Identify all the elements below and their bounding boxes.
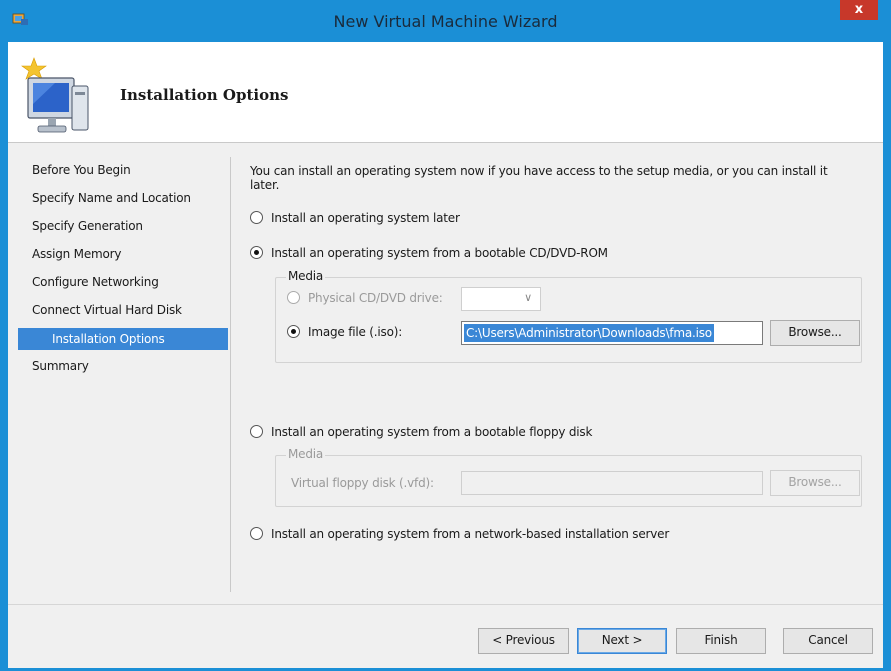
radio-image-file[interactable] [287, 325, 300, 338]
cancel-button[interactable]: Cancel [783, 628, 873, 654]
option-install-floppy-label: Install an operating system from a boota… [271, 425, 593, 439]
option-install-cd-label: Install an operating system from a boota… [271, 246, 608, 260]
wizard-header: Installation Options [8, 42, 883, 142]
radio-install-later[interactable] [250, 211, 263, 224]
option-image-file[interactable]: Image file (.iso): [287, 324, 402, 340]
header-divider [8, 142, 883, 143]
nav-item-installation-options[interactable]: Installation Options [18, 328, 228, 350]
nav-item-specify-name-location[interactable]: Specify Name and Location [18, 188, 228, 216]
close-button[interactable]: x [840, 0, 878, 20]
image-file-label: Image file (.iso): [308, 325, 403, 339]
nav-item-connect-virtual-hard-disk[interactable]: Connect Virtual Hard Disk [18, 300, 228, 328]
title-bar: New Virtual Machine Wizard x [0, 0, 891, 42]
image-file-value: C:\Users\Administrator\Downloads\fma.iso [464, 324, 714, 342]
vfd-label: Virtual floppy disk (.vfd): [291, 476, 434, 490]
options-panel: You can install an operating system now … [250, 164, 870, 541]
radio-install-network[interactable] [250, 527, 263, 540]
physical-drive-label: Physical CD/DVD drive: [308, 291, 443, 305]
browse-vfd-button[interactable]: Browse... [770, 470, 860, 496]
radio-install-cd[interactable] [250, 246, 263, 259]
floppy-media-group: Media Virtual floppy disk (.vfd): Browse… [275, 447, 862, 507]
browse-iso-button[interactable]: Browse... [770, 320, 860, 346]
wizard-computer-star-icon [21, 57, 89, 133]
option-install-network[interactable]: Install an operating system from a netwo… [250, 526, 669, 542]
image-file-input[interactable]: C:\Users\Administrator\Downloads\fma.iso [461, 321, 763, 345]
nav-item-configure-networking[interactable]: Configure Networking [18, 272, 228, 300]
radio-install-floppy[interactable] [250, 425, 263, 438]
floppy-media-legend: Media [286, 447, 326, 461]
option-install-cd[interactable]: Install an operating system from a boota… [250, 245, 608, 261]
nav-item-before-you-begin[interactable]: Before You Begin [18, 160, 228, 188]
finish-button[interactable]: Finish [676, 628, 766, 654]
nav-divider [230, 157, 231, 592]
physical-drive-dropdown[interactable]: ∨ [461, 287, 541, 311]
previous-button[interactable]: < Previous [478, 628, 569, 654]
nav-item-assign-memory[interactable]: Assign Memory [18, 244, 228, 272]
vfd-input[interactable] [461, 471, 763, 495]
option-install-floppy[interactable]: Install an operating system from a boota… [250, 424, 592, 440]
nav-item-specify-generation[interactable]: Specify Generation [18, 216, 228, 244]
page-title: Installation Options [120, 86, 289, 104]
cd-media-legend: Media [286, 269, 326, 283]
option-install-network-label: Install an operating system from a netwo… [271, 527, 670, 541]
wizard-body: Installation Options Before You Begin Sp… [8, 42, 883, 668]
wizard-steps-nav: Before You Begin Specify Name and Locati… [18, 160, 228, 384]
option-install-later-label: Install an operating system later [271, 211, 460, 225]
cd-media-group: Media Physical CD/DVD drive: ∨ Image fil… [275, 269, 862, 363]
radio-physical-drive[interactable] [287, 291, 300, 304]
option-physical-drive[interactable]: Physical CD/DVD drive: [287, 290, 443, 306]
wizard-window: New Virtual Machine Wizard x Installatio… [0, 0, 891, 671]
nav-item-summary[interactable]: Summary [18, 356, 228, 384]
intro-text: You can install an operating system now … [250, 164, 828, 192]
footer-divider [8, 604, 883, 605]
next-button[interactable]: Next > [577, 628, 667, 654]
window-title: New Virtual Machine Wizard [333, 12, 558, 31]
option-install-later[interactable]: Install an operating system later [250, 210, 460, 226]
chevron-down-icon: ∨ [524, 291, 532, 304]
